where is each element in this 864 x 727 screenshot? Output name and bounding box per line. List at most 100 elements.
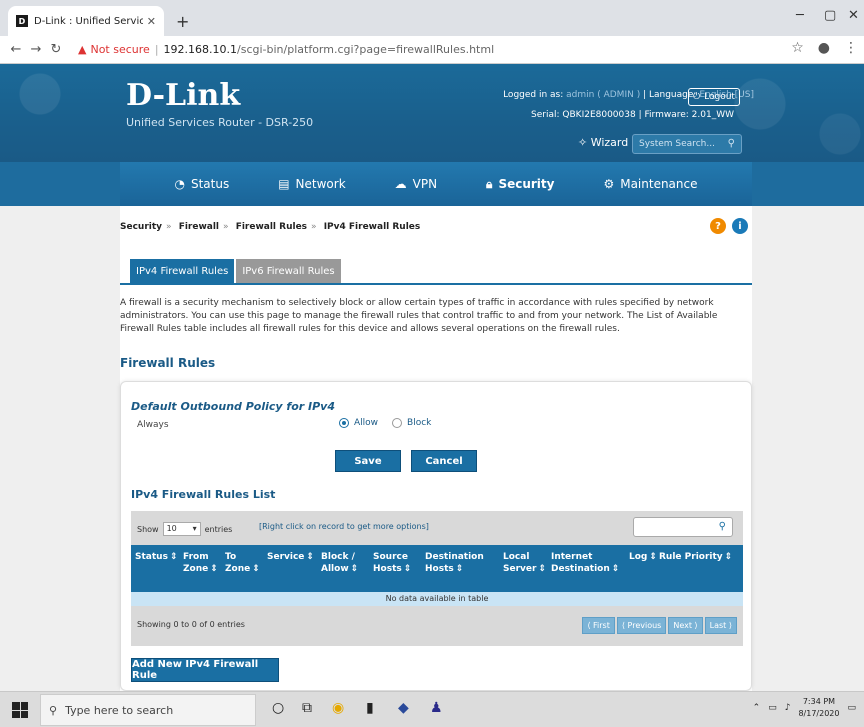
device-info: Serial: QBKI2E8000038 | Firmware: 2.01_W… [531,110,734,120]
breadcrumb-item[interactable]: Firewall [179,222,219,232]
block-radio[interactable]: Block [392,418,431,428]
save-button[interactable]: Save [335,450,401,472]
breadcrumb: Security» Firewall» Firewall Rules» IPv4… [120,222,421,232]
header: D-Link Unified Services Router - DSR-250… [0,64,864,162]
pager: ⟨ First ⟨ Previous Next ⟩ Last ⟩ [582,617,737,634]
col-status[interactable]: Status ⇕ [131,545,179,592]
minimize-icon[interactable]: ─ [796,8,804,23]
breadcrumb-item: IPv4 Firewall Rules [323,222,421,232]
help-icons: ? i [710,218,748,234]
clock[interactable]: 7:34 PM 8/17/2020 [798,696,839,720]
tab-ipv6-firewall-rules[interactable]: IPv6 Firewall Rules [236,259,341,283]
showing-entries: Showing 0 to 0 of 0 entries [137,620,245,629]
nav-status[interactable]: ◔ Status [162,162,241,206]
chrome-icon[interactable]: ◉ [332,700,344,716]
back-icon[interactable]: ← [6,42,26,57]
table-toolbar: Show 10 ▾ entries [Right click on record … [131,511,743,545]
not-secure-label: Not secure [90,43,150,56]
taskbar: ⚲ Type here to search ○ ⧉ ◉ ▮ ◆ ♟ ⌃ ▭ ♪ … [0,691,864,727]
dashboard-icon: ◔ [174,177,185,191]
dlink-favicon-icon: D [16,15,28,27]
user-icon[interactable]: ♟ [430,700,443,716]
info-icon[interactable]: i [732,218,748,234]
col-service[interactable]: Service ⇕ [263,545,317,592]
window-close-icon[interactable]: ✕ [848,8,859,23]
previous-page-button[interactable]: ⟨ Previous [616,617,667,634]
close-icon[interactable]: ✕ [147,15,156,28]
language-link[interactable]: English [US] [699,90,754,100]
col-to-zone[interactable]: To Zone ⇕ [221,545,263,592]
page: D-Link Unified Services Router - DSR-250… [0,64,864,691]
profile-icon[interactable]: ● [818,40,830,56]
chevron-up-icon[interactable]: ⌃ [753,703,761,713]
forward-icon[interactable]: → [26,42,46,57]
taskbar-search-input[interactable]: ⚲ Type here to search [40,694,256,726]
system-search-input[interactable]: System Search... ⚲ [632,134,742,154]
cortana-icon[interactable]: ○ [272,700,284,716]
col-internet-destination[interactable]: Internet Destination ⇕ [547,545,625,592]
windows-start-icon[interactable] [12,702,28,718]
reload-icon[interactable]: ↻ [46,42,66,57]
logout-button[interactable]: ⏻ Logout [688,88,740,106]
url-field[interactable]: ▲ Not secure | 192.168.10.1 /scgi-bin/pl… [78,43,494,56]
breadcrumb-item[interactable]: Firewall Rules [236,222,307,232]
app-icon[interactable]: ◆ [398,700,409,716]
col-local-server[interactable]: Local Server ⇕ [499,545,547,592]
cancel-button[interactable]: Cancel [411,450,477,472]
router-subtitle: Unified Services Router - DSR-250 [126,116,314,129]
nav-maintenance[interactable]: ⚙ Maintenance [591,162,709,206]
network-icon[interactable]: ▭ [768,703,777,713]
dlink-logo: D-Link [126,78,241,113]
gear-icon: ⚙ [603,177,615,191]
empty-table-message: No data available in table [131,592,743,606]
nav-vpn[interactable]: ☁ VPN [383,162,449,206]
page-description: A firewall is a security mechanism to se… [120,298,718,334]
star-icon[interactable]: ☆ [791,40,804,56]
list-title: IPv4 Firewall Rules List [131,488,276,501]
search-icon[interactable]: ⚲ [728,138,735,149]
warning-icon: ▲ [78,43,87,56]
nav-security[interactable]: 🔒︎ Security [474,162,566,206]
entries-select[interactable]: 10 ▾ [162,522,201,536]
first-page-button[interactable]: ⟨ First [582,617,615,634]
allow-radio[interactable]: Allow [339,418,378,428]
policy-radio-group: Allow Block [339,418,431,428]
firewall-card: Default Outbound Policy for IPv4 Always … [120,381,752,691]
task-view-icon[interactable]: ⧉ [302,700,312,716]
tab-title: D-Link : Unified Services Router [34,15,143,27]
help-icon[interactable]: ? [710,218,726,234]
address-bar: ← → ↻ ▲ Not secure | 192.168.10.1 /scgi-… [0,36,864,64]
power-icon: ⏻ [693,92,701,102]
col-log[interactable]: Log ⇕ [625,545,657,592]
maximize-icon[interactable]: ▢ [824,8,836,23]
add-rule-button[interactable]: Add New IPv4 Firewall Rule [131,658,279,682]
browser-tab[interactable]: D D-Link : Unified Services Router ✕ [8,6,164,36]
wizard-button[interactable]: ✧ Wizard [578,136,628,149]
notification-icon[interactable]: ▭ [847,703,856,713]
main-nav: ◔ Status ▤ Network ☁ VPN 🔒︎ Security ⚙ Mainte… [0,162,864,206]
app-icon[interactable]: ▮ [366,700,374,716]
search-icon[interactable]: ⚲ [719,521,726,532]
nav-network[interactable]: ▤ Network [266,162,357,206]
menu-icon[interactable]: ⋮ [844,40,858,56]
last-page-button[interactable]: Last ⟩ [704,617,737,634]
section-title: Firewall Rules [120,356,216,370]
table-search-input[interactable]: ⚲ [633,517,733,537]
cloud-icon: ☁ [394,177,407,191]
col-rule-priority[interactable]: Rule Priority ⇕ [655,545,743,592]
col-block-allow[interactable]: Block / Allow ⇕ [317,545,369,592]
col-source-hosts[interactable]: Source Hosts ⇕ [369,545,421,592]
next-page-button[interactable]: Next ⟩ [668,617,703,634]
browser-tab-bar: D D-Link : Unified Services Router ✕ + ─… [0,0,864,36]
url-path: /scgi-bin/platform.cgi?page=firewallRule… [237,43,495,56]
new-tab-icon[interactable]: + [176,12,189,31]
login-info: Logged in as: admin ( ADMIN ) | Language… [503,90,754,100]
table-footer: Showing 0 to 0 of 0 entries ⟨ First ⟨ Pr… [131,606,743,646]
tab-ipv4-firewall-rules[interactable]: IPv4 Firewall Rules [130,259,235,283]
policy-schedule: Always [137,420,169,430]
col-destination-hosts[interactable]: Destination Hosts ⇕ [421,545,499,592]
lock-icon: 🔒︎ [486,176,493,191]
col-from-zone[interactable]: From Zone ⇕ [179,545,221,592]
breadcrumb-item[interactable]: Security [120,222,162,232]
volume-icon[interactable]: ♪ [785,703,791,713]
